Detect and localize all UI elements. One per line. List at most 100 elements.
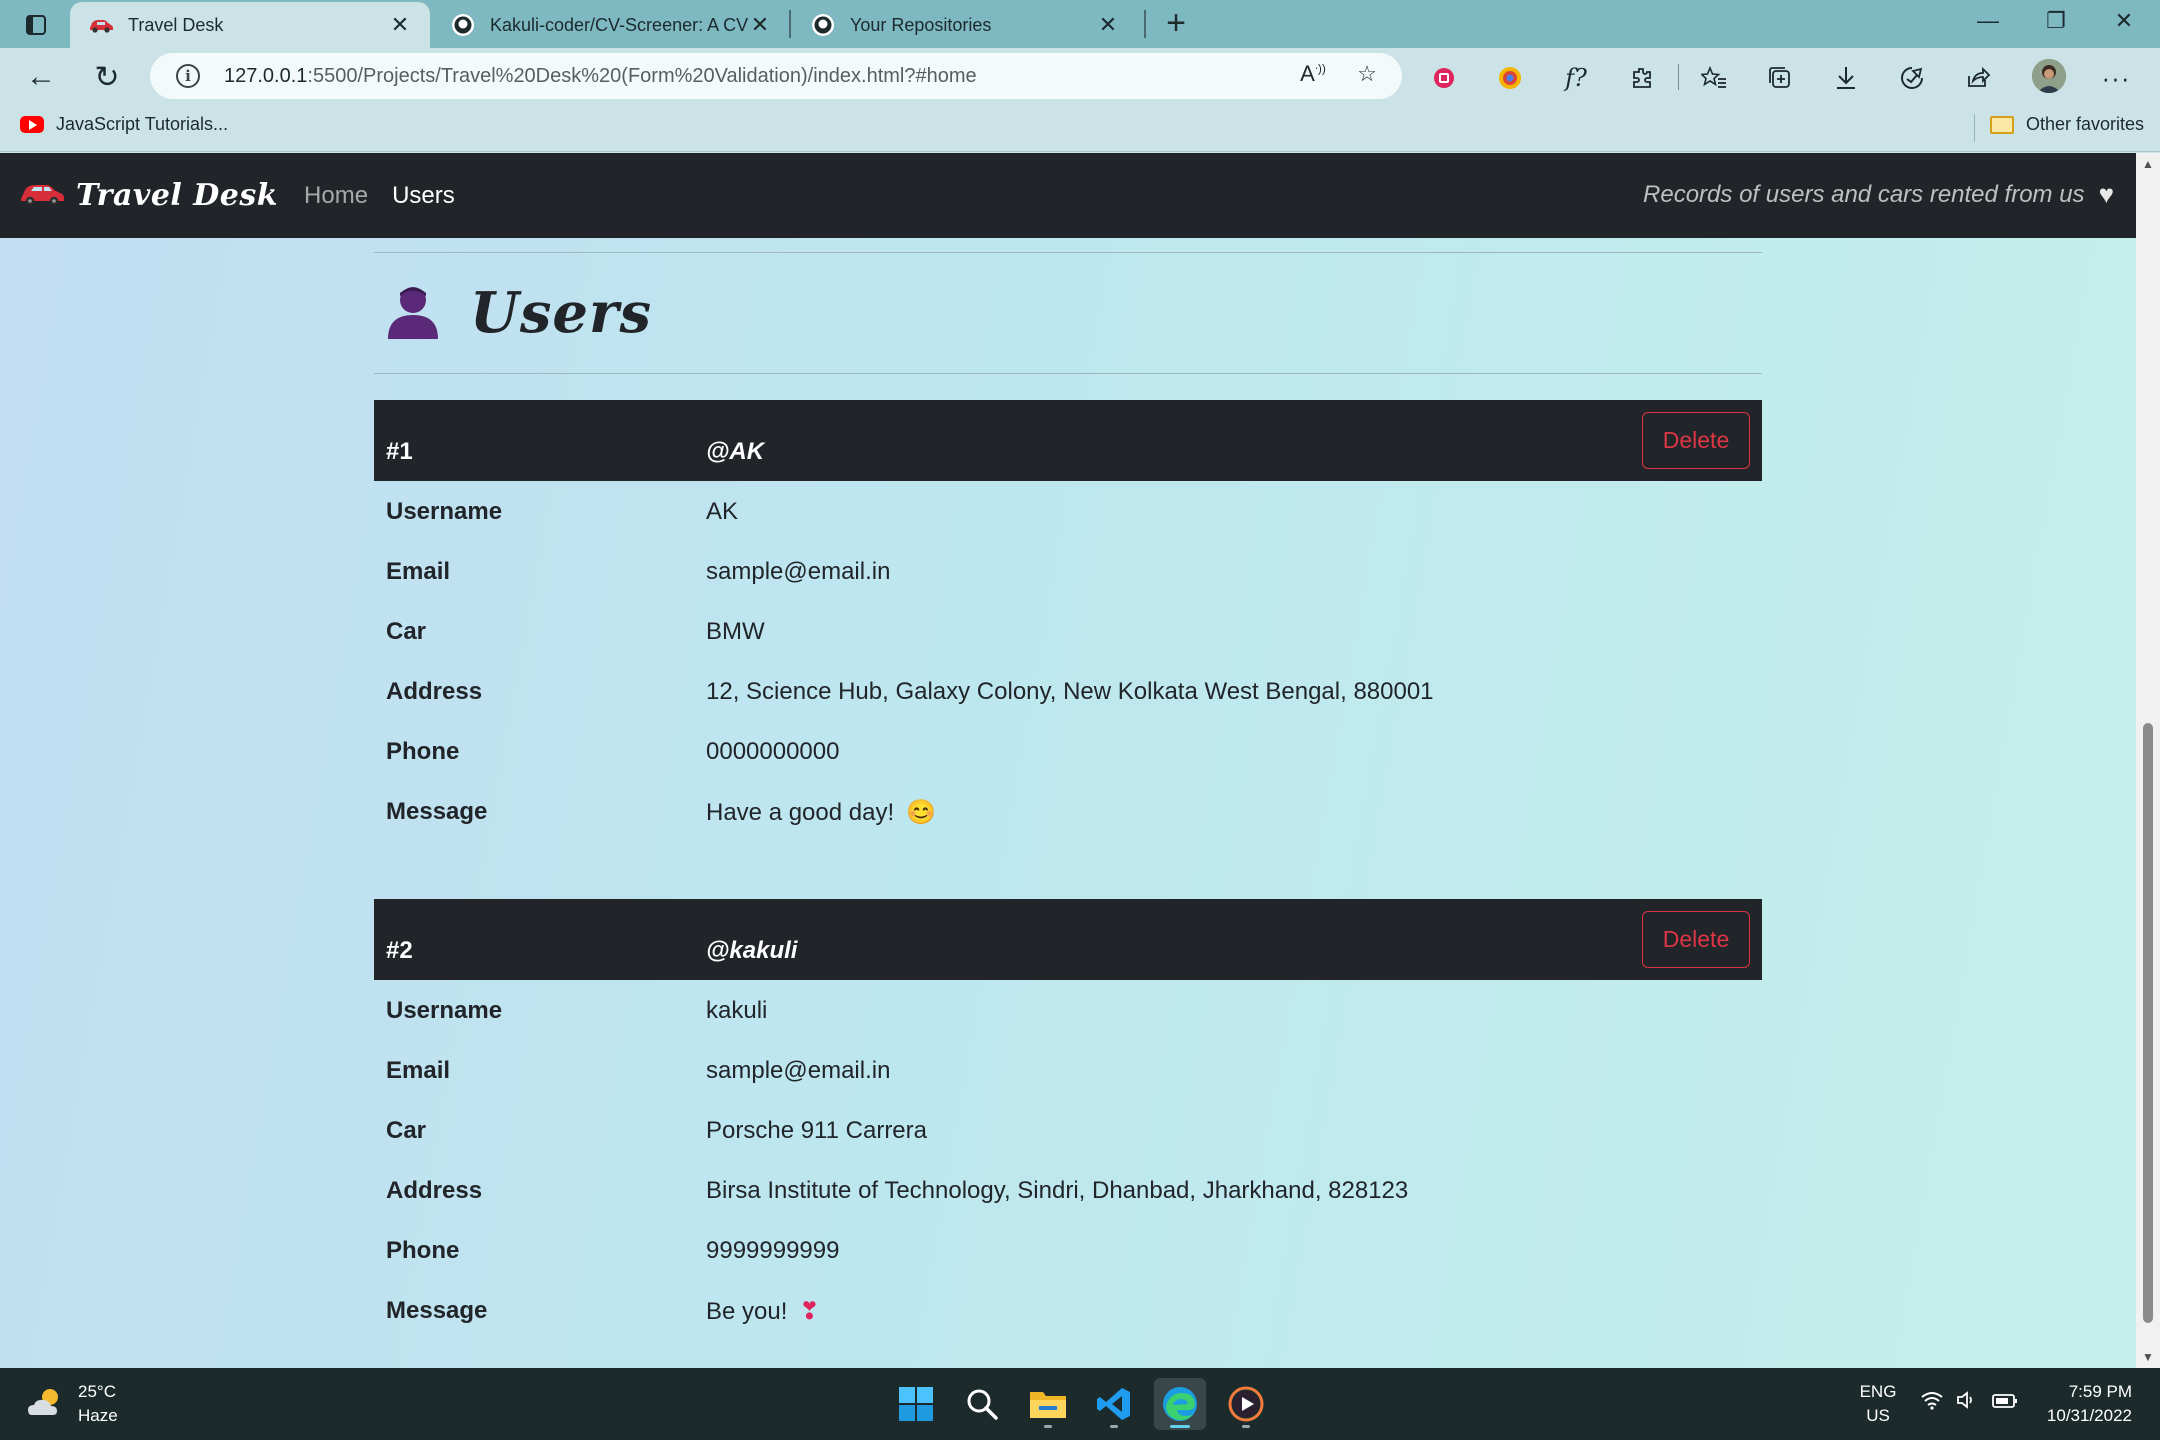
car-icon [88,12,114,38]
scroll-down-arrow-icon[interactable]: ▼ [2136,1346,2160,1368]
table-row: Address Birsa Institute of Technology, S… [374,1160,1762,1220]
search-icon[interactable] [956,1378,1008,1430]
page-heading-row: Users [374,253,1762,373]
close-icon[interactable]: ✕ [1096,12,1120,38]
field-label: Address [386,1177,483,1204]
user-number: #1 [386,438,413,465]
table-row: Car BMW [374,601,1762,661]
system-tray-icons[interactable] [1920,1390,2018,1417]
scrollbar-thumb[interactable] [2143,723,2153,1323]
youtube-icon [20,116,44,133]
tab-title: Travel Desk [128,14,224,35]
favorites-divider [1974,114,1975,142]
collections-icon[interactable] [1764,62,1796,94]
table-row: Email sample@email.in [374,541,1762,601]
close-icon[interactable]: ✕ [748,12,772,38]
user-card: #2 @kakuli Delete Username kakuli Email … [374,899,1762,1340]
field-label: Car [386,618,427,645]
field-label: Message [386,798,488,825]
extensions-icon[interactable] [1626,62,1658,94]
windows-taskbar: 25°C Haze ENG US 7:59 PM 10/31/2022 [0,1368,2160,1440]
system-clock[interactable]: 7:59 PM 10/31/2022 [2047,1380,2132,1428]
url-text[interactable]: 127.0.0.1:5500/Projects/Travel%20Desk%20… [224,65,977,88]
main-content: Users #1 @AK Delete Username AK Email sa… [374,238,1762,1340]
address-value: Birsa Institute of Technology, Sindri, D… [706,1177,1409,1204]
clock-time: 7:59 PM [2068,1382,2132,1401]
other-favorites[interactable]: Other favorites [1990,114,2144,135]
weather-widget[interactable]: 25°C Haze [26,1380,118,1428]
start-button[interactable] [890,1378,942,1430]
extension-colorful-icon[interactable] [1494,62,1526,94]
running-indicator [1242,1425,1250,1428]
extension-red-icon[interactable] [1428,62,1460,94]
cloud-sun-icon [26,1385,66,1424]
delete-button[interactable]: Delete [1642,911,1750,968]
delete-button[interactable]: Delete [1642,412,1750,469]
reload-button[interactable]: ↻ [86,56,128,98]
nav-link-home[interactable]: Home [304,182,368,210]
profile-avatar[interactable] [2032,59,2066,93]
divider [374,373,1762,374]
downloads-icon[interactable] [1830,62,1862,94]
edge-browser-icon[interactable] [1154,1378,1206,1430]
close-icon[interactable]: ✕ [388,12,412,38]
vscode-icon[interactable] [1088,1378,1140,1430]
message-value: Have a good day! 😊 [706,798,936,827]
table-row: Email sample@email.in [374,1040,1762,1100]
table-row: Message Be you! ❣ [374,1280,1762,1340]
tab-separator [789,10,791,38]
site-info-icon[interactable]: i [176,64,200,88]
lang-top: ENG [1859,1382,1897,1401]
share-icon[interactable] [1962,62,1994,94]
page-scrollbar[interactable]: ▲ ▼ [2136,153,2160,1368]
tab-travel-desk[interactable]: Travel Desk ✕ [70,2,430,48]
formula-extension-icon[interactable]: f? [1560,62,1592,94]
user-icon [386,283,440,344]
more-menu-icon[interactable]: ··· [2100,62,2132,94]
restore-button[interactable]: ❐ [2036,8,2076,40]
favorites-icon[interactable] [1698,62,1730,94]
field-label: Car [386,1117,427,1144]
page-viewport: Travel Desk Home Users Records of users … [0,153,2136,1368]
folder-icon [1990,115,2014,134]
file-explorer-icon[interactable] [1022,1378,1074,1430]
field-label: Address [386,678,483,705]
read-aloud-icon[interactable]: Aᐧ)) [1298,61,1328,91]
page-title: Users [470,280,653,346]
back-button[interactable]: ← [20,56,62,98]
field-label: Message [386,1297,488,1324]
smile-emoji-icon: 😊 [906,799,937,826]
navbar-tagline: Records of users and cars rented from us… [1643,179,2114,210]
table-row: Phone 9999999999 [374,1220,1762,1280]
minimize-button[interactable]: — [1968,8,2008,40]
url-path: :5500/Projects/Travel%20Desk%20(Form%20V… [307,64,977,87]
scroll-up-arrow-icon[interactable]: ▲ [2136,153,2160,175]
address-bar[interactable]: i 127.0.0.1:5500/Projects/Travel%20Desk%… [150,53,1402,99]
battery-icon [1992,1392,2018,1416]
brand[interactable]: Travel Desk [18,178,278,213]
running-indicator [1170,1425,1190,1428]
wifi-icon [1920,1390,1944,1417]
field-label: Username [386,997,503,1024]
github-icon [810,12,836,38]
favorite-javascript-tutorials[interactable]: JavaScript Tutorials... [20,114,228,135]
username-value: kakuli [706,997,768,1024]
field-label: Username [386,498,503,525]
nav-link-users[interactable]: Users [392,182,455,210]
running-indicator [1110,1425,1118,1428]
user-card-header: #2 @kakuli Delete [374,899,1762,980]
tab-cv-screener[interactable]: Kakuli-coder/CV-Screener: A CV ✕ [432,2,790,48]
tab-your-repositories[interactable]: Your Repositories ✕ [792,2,1138,48]
message-text: Have a good day! [706,799,895,826]
user-handle: @AK [706,438,765,465]
table-row: Car Porsche 911 Carrera [374,1100,1762,1160]
tab-actions-icon[interactable] [16,10,56,40]
new-tab-button[interactable]: + [1158,6,1194,42]
add-favorite-icon[interactable]: ☆ [1352,61,1382,91]
media-player-icon[interactable] [1220,1378,1272,1430]
performance-icon[interactable] [1896,62,1928,94]
field-label: Phone [386,1237,460,1264]
close-window-button[interactable]: ✕ [2104,8,2144,40]
message-text: Be you! [706,1298,788,1325]
input-language[interactable]: ENG US [1850,1380,1906,1428]
